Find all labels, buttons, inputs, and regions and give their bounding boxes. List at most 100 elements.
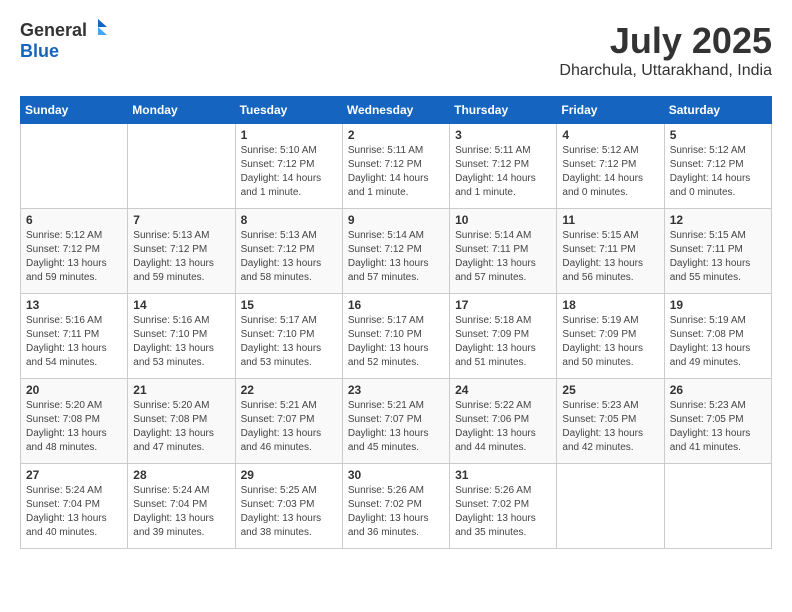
- calendar-cell: [664, 464, 771, 549]
- day-number: 7: [133, 213, 229, 227]
- day-number: 19: [670, 298, 766, 312]
- day-number: 20: [26, 383, 122, 397]
- col-wednesday: Wednesday: [342, 97, 449, 124]
- calendar-cell: 3Sunrise: 5:11 AM Sunset: 7:12 PM Daylig…: [450, 124, 557, 209]
- week-row-2: 6 Sunrise: 5:12 AM Sunset: 7:12 PM Daylig…: [21, 209, 772, 294]
- week-row-5: 27 Sunrise: 5:24 AM Sunset: 7:04 PM Dayli…: [21, 464, 772, 549]
- day-number: 6: [26, 213, 122, 227]
- day-info: Sunrise: 5:12 AM Sunset: 7:12 PM Dayligh…: [562, 144, 658, 200]
- day-info: Sunrise: 5:25 AM Sunset: 7:03 PM Dayligh…: [241, 484, 337, 540]
- day-number: 26: [670, 383, 766, 397]
- calendar-cell: 23 Sunrise: 5:21 AM Sunset: 7:07 PM Dayli…: [342, 379, 449, 464]
- calendar-cell: 26 Sunrise: 5:23 AM Sunset: 7:05 PM Dayli…: [664, 379, 771, 464]
- calendar-cell: 11 Sunrise: 5:15 AM Sunset: 7:11 PM Dayli…: [557, 209, 664, 294]
- calendar-cell: 2 Sunrise: 5:11 AM Sunset: 7:12 PM Daylig…: [342, 124, 449, 209]
- calendar-cell: 5 Sunrise: 5:12 AM Sunset: 7:12 PM Daylig…: [664, 124, 771, 209]
- day-info: Sunrise: 5:19 AM Sunset: 7:08 PM Dayligh…: [670, 314, 766, 370]
- calendar-cell: 14Sunrise: 5:16 AM Sunset: 7:10 PM Dayli…: [128, 294, 235, 379]
- day-info: Sunrise: 5:14 AM Sunset: 7:11 PM Dayligh…: [455, 229, 551, 285]
- day-info: Sunrise: 5:21 AM Sunset: 7:07 PM Dayligh…: [348, 399, 444, 455]
- title-section: July 2025 Dharchula, Uttarakhand, India: [559, 20, 772, 80]
- calendar-cell: 21Sunrise: 5:20 AM Sunset: 7:08 PM Dayli…: [128, 379, 235, 464]
- day-number: 16: [348, 298, 444, 312]
- day-info: Sunrise: 5:24 AM Sunset: 7:04 PM Dayligh…: [26, 484, 122, 540]
- calendar-cell: 22 Sunrise: 5:21 AM Sunset: 7:07 PM Dayli…: [235, 379, 342, 464]
- calendar-cell: [557, 464, 664, 549]
- day-number: 18: [562, 298, 658, 312]
- day-info: Sunrise: 5:19 AM Sunset: 7:09 PM Dayligh…: [562, 314, 658, 370]
- calendar-cell: 6 Sunrise: 5:12 AM Sunset: 7:12 PM Daylig…: [21, 209, 128, 294]
- calendar-cell: 18 Sunrise: 5:19 AM Sunset: 7:09 PM Dayli…: [557, 294, 664, 379]
- week-row-1: 1 Sunrise: 5:10 AM Sunset: 7:12 PM Daylig…: [21, 124, 772, 209]
- calendar-cell: 16 Sunrise: 5:17 AM Sunset: 7:10 PM Dayli…: [342, 294, 449, 379]
- day-number: 30: [348, 468, 444, 482]
- day-number: 13: [26, 298, 122, 312]
- day-number: 29: [241, 468, 337, 482]
- day-number: 10: [455, 213, 551, 227]
- day-number: 23: [348, 383, 444, 397]
- calendar-cell: [21, 124, 128, 209]
- day-number: 17: [455, 298, 551, 312]
- day-info: Sunrise: 5:17 AM Sunset: 7:10 PM Dayligh…: [241, 314, 337, 370]
- day-info: Sunrise: 5:13 AM Sunset: 7:12 PM Dayligh…: [133, 229, 229, 285]
- calendar-cell: 24Sunrise: 5:22 AM Sunset: 7:06 PM Dayli…: [450, 379, 557, 464]
- calendar-cell: 19 Sunrise: 5:19 AM Sunset: 7:08 PM Dayli…: [664, 294, 771, 379]
- day-info: Sunrise: 5:21 AM Sunset: 7:07 PM Dayligh…: [241, 399, 337, 455]
- day-number: 4: [562, 128, 658, 142]
- day-info: Sunrise: 5:12 AM Sunset: 7:12 PM Dayligh…: [26, 229, 122, 285]
- day-info: Sunrise: 5:26 AM Sunset: 7:02 PM Dayligh…: [455, 484, 551, 540]
- day-number: 8: [241, 213, 337, 227]
- day-info: Sunrise: 5:11 AM Sunset: 7:12 PM Dayligh…: [348, 144, 444, 200]
- calendar-cell: 27 Sunrise: 5:24 AM Sunset: 7:04 PM Dayli…: [21, 464, 128, 549]
- day-info: Sunrise: 5:15 AM Sunset: 7:11 PM Dayligh…: [562, 229, 658, 285]
- day-info: Sunrise: 5:12 AM Sunset: 7:12 PM Dayligh…: [670, 144, 766, 200]
- col-thursday: Thursday: [450, 97, 557, 124]
- col-tuesday: Tuesday: [235, 97, 342, 124]
- day-number: 31: [455, 468, 551, 482]
- day-number: 28: [133, 468, 229, 482]
- calendar-cell: 7 Sunrise: 5:13 AM Sunset: 7:12 PM Daylig…: [128, 209, 235, 294]
- day-number: 11: [562, 213, 658, 227]
- day-number: 24: [455, 383, 551, 397]
- calendar-header-row: Sunday Monday Tuesday Wednesday Thursday…: [21, 97, 772, 124]
- day-info: Sunrise: 5:17 AM Sunset: 7:10 PM Dayligh…: [348, 314, 444, 370]
- calendar-cell: 8Sunrise: 5:13 AM Sunset: 7:12 PM Daylig…: [235, 209, 342, 294]
- logo-general-text: General: [20, 20, 87, 41]
- calendar-cell: 9Sunrise: 5:14 AM Sunset: 7:12 PM Daylig…: [342, 209, 449, 294]
- calendar-cell: 17 Sunrise: 5:18 AM Sunset: 7:09 PM Dayli…: [450, 294, 557, 379]
- calendar-cell: 28 Sunrise: 5:24 AM Sunset: 7:04 PM Dayli…: [128, 464, 235, 549]
- calendar-cell: 30Sunrise: 5:26 AM Sunset: 7:02 PM Dayli…: [342, 464, 449, 549]
- day-number: 2: [348, 128, 444, 142]
- day-info: Sunrise: 5:23 AM Sunset: 7:05 PM Dayligh…: [670, 399, 766, 455]
- col-friday: Friday: [557, 97, 664, 124]
- calendar-cell: 13Sunrise: 5:16 AM Sunset: 7:11 PM Dayli…: [21, 294, 128, 379]
- day-number: 1: [241, 128, 337, 142]
- location-subtitle: Dharchula, Uttarakhand, India: [559, 62, 772, 80]
- calendar-cell: 10 Sunrise: 5:14 AM Sunset: 7:11 PM Dayli…: [450, 209, 557, 294]
- day-number: 25: [562, 383, 658, 397]
- calendar-table: Sunday Monday Tuesday Wednesday Thursday…: [20, 96, 772, 549]
- week-row-4: 20 Sunrise: 5:20 AM Sunset: 7:08 PM Dayli…: [21, 379, 772, 464]
- calendar-cell: 12 Sunrise: 5:15 AM Sunset: 7:11 PM Dayli…: [664, 209, 771, 294]
- day-info: Sunrise: 5:18 AM Sunset: 7:09 PM Dayligh…: [455, 314, 551, 370]
- day-number: 22: [241, 383, 337, 397]
- day-number: 5: [670, 128, 766, 142]
- calendar-cell: 31 Sunrise: 5:26 AM Sunset: 7:02 PM Dayli…: [450, 464, 557, 549]
- calendar-cell: [128, 124, 235, 209]
- day-number: 21: [133, 383, 229, 397]
- day-info: Sunrise: 5:15 AM Sunset: 7:11 PM Dayligh…: [670, 229, 766, 285]
- day-info: Sunrise: 5:10 AM Sunset: 7:12 PM Dayligh…: [241, 144, 337, 200]
- day-number: 14: [133, 298, 229, 312]
- day-info: Sunrise: 5:24 AM Sunset: 7:04 PM Dayligh…: [133, 484, 229, 540]
- calendar-cell: 25 Sunrise: 5:23 AM Sunset: 7:05 PM Dayli…: [557, 379, 664, 464]
- day-info: Sunrise: 5:11 AM Sunset: 7:12 PM Dayligh…: [455, 144, 551, 200]
- logo-blue-text: Blue: [20, 41, 59, 61]
- day-info: Sunrise: 5:20 AM Sunset: 7:08 PM Dayligh…: [26, 399, 122, 455]
- calendar-cell: 29 Sunrise: 5:25 AM Sunset: 7:03 PM Dayli…: [235, 464, 342, 549]
- col-saturday: Saturday: [664, 97, 771, 124]
- day-number: 12: [670, 213, 766, 227]
- page-header: General Blue July 2025 Dharchula, Uttara…: [20, 20, 772, 80]
- day-number: 27: [26, 468, 122, 482]
- day-info: Sunrise: 5:23 AM Sunset: 7:05 PM Dayligh…: [562, 399, 658, 455]
- calendar-cell: 15Sunrise: 5:17 AM Sunset: 7:10 PM Dayli…: [235, 294, 342, 379]
